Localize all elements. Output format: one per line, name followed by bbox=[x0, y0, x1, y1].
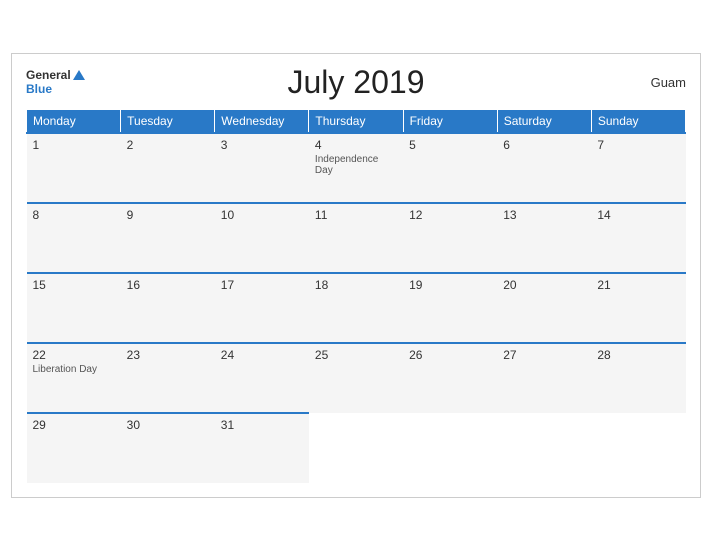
calendar-cell bbox=[591, 413, 685, 483]
calendar-cell: 15 bbox=[27, 273, 121, 343]
calendar-cell: 20 bbox=[497, 273, 591, 343]
calendar-cell: 12 bbox=[403, 203, 497, 273]
logo: General Blue bbox=[26, 68, 85, 97]
week-row-5: 29 30 31 bbox=[27, 413, 686, 483]
calendar-cell: 28 bbox=[591, 343, 685, 413]
day-number: 7 bbox=[597, 138, 679, 152]
weekday-header-saturday: Saturday bbox=[497, 109, 591, 133]
calendar-cell bbox=[497, 413, 591, 483]
day-number: 26 bbox=[409, 348, 491, 362]
day-number: 4 bbox=[315, 138, 397, 152]
weekday-header-wednesday: Wednesday bbox=[215, 109, 309, 133]
calendar-cell bbox=[403, 413, 497, 483]
event-label: Independence Day bbox=[315, 154, 397, 176]
calendar-title: July 2019 bbox=[288, 64, 425, 101]
calendar-cell: 22 Liberation Day bbox=[27, 343, 121, 413]
day-number: 24 bbox=[221, 348, 303, 362]
day-number: 27 bbox=[503, 348, 585, 362]
calendar-cell: 24 bbox=[215, 343, 309, 413]
day-number: 19 bbox=[409, 278, 491, 292]
day-number: 21 bbox=[597, 278, 679, 292]
calendar-cell: 5 bbox=[403, 133, 497, 203]
weekday-header-thursday: Thursday bbox=[309, 109, 403, 133]
calendar-cell: 16 bbox=[121, 273, 215, 343]
calendar-cell: 29 bbox=[27, 413, 121, 483]
day-number: 2 bbox=[127, 138, 209, 152]
day-number: 1 bbox=[33, 138, 115, 152]
calendar-cell: 10 bbox=[215, 203, 309, 273]
calendar-cell: 6 bbox=[497, 133, 591, 203]
day-number: 23 bbox=[127, 348, 209, 362]
day-number: 13 bbox=[503, 208, 585, 222]
day-number: 8 bbox=[33, 208, 115, 222]
calendar-container: General Blue July 2019 Guam MondayTuesda… bbox=[11, 53, 701, 498]
calendar-cell: 8 bbox=[27, 203, 121, 273]
logo-triangle-icon bbox=[73, 70, 85, 80]
day-number: 31 bbox=[221, 418, 303, 432]
calendar-cell bbox=[309, 413, 403, 483]
calendar-cell: 30 bbox=[121, 413, 215, 483]
event-label: Liberation Day bbox=[33, 364, 115, 375]
day-number: 18 bbox=[315, 278, 397, 292]
region-label: Guam bbox=[651, 75, 686, 90]
day-number: 10 bbox=[221, 208, 303, 222]
calendar-cell: 7 bbox=[591, 133, 685, 203]
day-number: 29 bbox=[33, 418, 115, 432]
week-row-1: 1234 Independence Day 567 bbox=[27, 133, 686, 203]
calendar-cell: 23 bbox=[121, 343, 215, 413]
day-number: 9 bbox=[127, 208, 209, 222]
day-number: 15 bbox=[33, 278, 115, 292]
day-number: 25 bbox=[315, 348, 397, 362]
day-number: 17 bbox=[221, 278, 303, 292]
day-number: 30 bbox=[127, 418, 209, 432]
day-number: 5 bbox=[409, 138, 491, 152]
day-number: 16 bbox=[127, 278, 209, 292]
day-number: 20 bbox=[503, 278, 585, 292]
calendar-cell: 14 bbox=[591, 203, 685, 273]
weekday-header-sunday: Sunday bbox=[591, 109, 685, 133]
day-number: 14 bbox=[597, 208, 679, 222]
weekday-header-friday: Friday bbox=[403, 109, 497, 133]
weekday-header-monday: Monday bbox=[27, 109, 121, 133]
calendar-cell: 3 bbox=[215, 133, 309, 203]
logo-general-text: General bbox=[26, 68, 71, 82]
week-row-2: 89 10 11 12 13 14 bbox=[27, 203, 686, 273]
calendar-cell: 26 bbox=[403, 343, 497, 413]
week-row-3: 15 16 17 18 19 20 21 bbox=[27, 273, 686, 343]
calendar-cell: 25 bbox=[309, 343, 403, 413]
day-number: 6 bbox=[503, 138, 585, 152]
calendar-cell: 18 bbox=[309, 273, 403, 343]
logo-blue-text: Blue bbox=[26, 82, 52, 96]
day-number: 22 bbox=[33, 348, 115, 362]
calendar-cell: 4 Independence Day bbox=[309, 133, 403, 203]
calendar-cell: 1 bbox=[27, 133, 121, 203]
calendar-cell: 19 bbox=[403, 273, 497, 343]
calendar-cell: 11 bbox=[309, 203, 403, 273]
calendar-cell: 27 bbox=[497, 343, 591, 413]
day-number: 28 bbox=[597, 348, 679, 362]
day-number: 3 bbox=[221, 138, 303, 152]
calendar-cell: 2 bbox=[121, 133, 215, 203]
calendar-header: General Blue July 2019 Guam bbox=[26, 64, 686, 101]
calendar-cell: 31 bbox=[215, 413, 309, 483]
day-number: 12 bbox=[409, 208, 491, 222]
calendar-cell: 13 bbox=[497, 203, 591, 273]
weekday-header-row: MondayTuesdayWednesdayThursdayFridaySatu… bbox=[27, 109, 686, 133]
calendar-cell: 21 bbox=[591, 273, 685, 343]
calendar-cell: 17 bbox=[215, 273, 309, 343]
week-row-4: 22 Liberation Day 23 24 25 26 27 28 bbox=[27, 343, 686, 413]
weekday-header-tuesday: Tuesday bbox=[121, 109, 215, 133]
calendar-cell: 9 bbox=[121, 203, 215, 273]
day-number: 11 bbox=[315, 208, 397, 222]
calendar-grid: MondayTuesdayWednesdayThursdayFridaySatu… bbox=[26, 109, 686, 483]
